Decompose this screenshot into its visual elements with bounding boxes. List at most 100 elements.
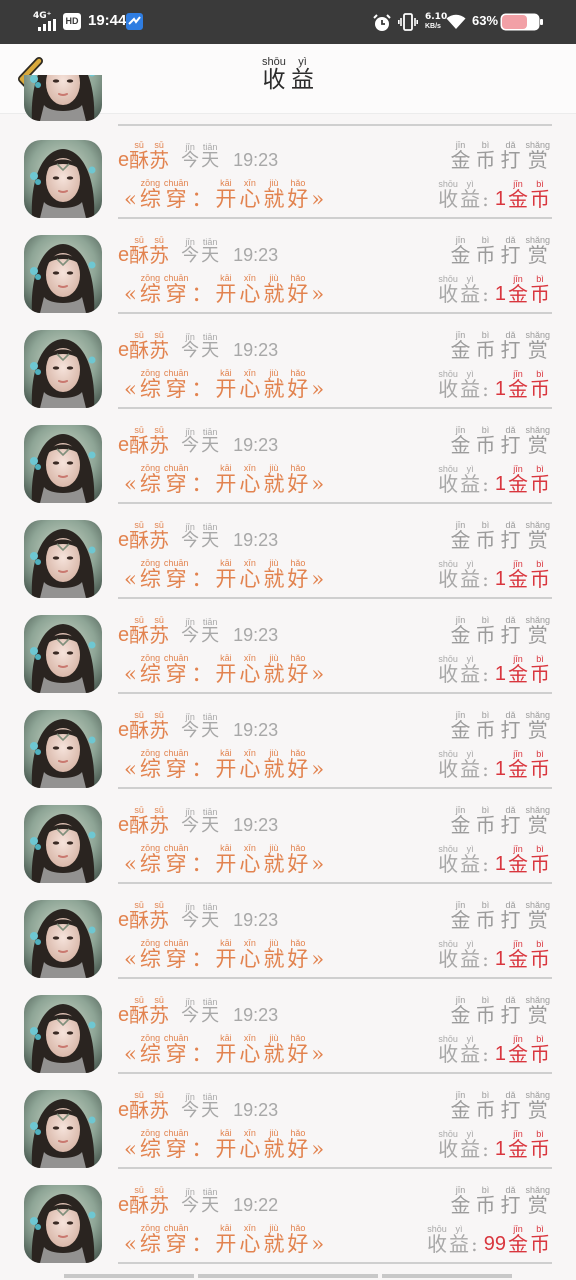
date-char: jīn 今 [181, 427, 199, 456]
amount-value: 1 [494, 568, 506, 590]
row-header: e sū 酥 sū 苏 jīn 今 tiān 天 19:23 [118, 327, 278, 361]
book-title[interactable]: « zōng 综 chuān 穿 ： kāi 开 xīn 心 jiù 就 hǎo 好 » [124, 932, 324, 970]
earn-char: yì 益 [460, 939, 480, 970]
avatar[interactable] [24, 805, 102, 883]
avatar[interactable] [24, 235, 102, 313]
book-title[interactable]: « zōng 综 chuān 穿 ： kāi 开 xīn 心 jiù 就 hǎo 好 » [124, 1217, 324, 1255]
book-title[interactable]: « zōng 综 chuān 穿 ： kāi 开 xīn 心 jiù 就 hǎo 好 » [124, 172, 324, 210]
name-char: sū 酥 [129, 235, 149, 266]
hanzi: 就 [263, 376, 285, 401]
reward-char: jīn 金 [450, 235, 470, 266]
battery-icon [500, 13, 543, 31]
hanzi: 好 [287, 281, 309, 306]
hanzi: 酥 [129, 718, 150, 742]
hanzi: 金 [508, 1232, 528, 1256]
hanzi: 金 [450, 243, 471, 267]
earning-row[interactable]: e sū 酥 sū 苏 jīn 今 tiān 天 19:23 jīn 金 bì 币 dǎ 打 shǎng… [0, 305, 576, 409]
avatar[interactable] [24, 520, 102, 598]
date-char: jīn 今 [181, 807, 199, 836]
reward-char: shǎng 赏 [525, 805, 550, 836]
user-name[interactable]: e sū 酥 sū 苏 [118, 1090, 169, 1121]
earn-char: yì 益 [460, 464, 480, 495]
quote-open: « [124, 1231, 137, 1256]
book-colon: ： [191, 1136, 213, 1161]
book-char: jiù 就 [263, 938, 284, 970]
reward-type: jīn 金 bì 币 dǎ 打 shǎng 赏 [450, 1087, 550, 1121]
avatar[interactable] [24, 330, 102, 408]
hanzi: 金 [508, 1137, 528, 1161]
user-name[interactable]: e sū 酥 sū 苏 [118, 235, 169, 266]
book-title[interactable]: « zōng 综 chuān 穿 ： kāi 开 xīn 心 jiù 就 hǎo 好 » [124, 362, 324, 400]
user-name[interactable]: e sū 酥 sū 苏 [118, 425, 169, 456]
hanzi: 开 [215, 566, 237, 591]
book-title[interactable]: « zōng 综 chuān 穿 ： kāi 开 xīn 心 jiù 就 hǎo 好 » [124, 457, 324, 495]
earning-row[interactable]: e sū 酥 sū 苏 jīn 今 tiān 天 19:23 jīn 金 bì 币 dǎ 打 shǎng… [0, 495, 576, 599]
book-char: hǎo 好 [287, 558, 308, 590]
amount-value: 1 [494, 663, 506, 685]
user-name[interactable]: e sū 酥 sū 苏 [118, 330, 169, 361]
book-title[interactable]: « zōng 综 chuān 穿 ： kāi 开 xīn 心 jiù 就 hǎo 好 » [124, 647, 324, 685]
hanzi: 开 [215, 186, 237, 211]
hanzi: 打 [500, 528, 521, 552]
book-title[interactable]: « zōng 综 chuān 穿 ： kāi 开 xīn 心 jiù 就 hǎo 好 » [124, 267, 324, 305]
hanzi: 币 [530, 757, 550, 781]
hanzi: 币 [475, 433, 496, 457]
user-name[interactable]: e sū 酥 sū 苏 [118, 520, 169, 551]
hanzi: 好 [287, 661, 309, 686]
hanzi: 赏 [527, 243, 548, 267]
earning-row[interactable]: e sū 酥 sū 苏 jīn 今 tiān 天 19:23 jīn 金 bì 币 dǎ 打 shǎng… [0, 875, 576, 979]
book-title[interactable]: « zōng 综 chuān 穿 ： kāi 开 xīn 心 jiù 就 hǎo 好 » [124, 1122, 324, 1160]
book-char: xīn 心 [239, 843, 260, 875]
avatar[interactable] [24, 1090, 102, 1168]
book-colon: ： [191, 661, 213, 686]
earning-row[interactable]: e sū 酥 sū 苏 jīn 今 tiān 天 19:23 jīn 金 bì 币 dǎ 打 shǎng… [0, 115, 576, 219]
earning-row[interactable]: e sū 酥 sū 苏 jīn 今 tiān 天 19:23 jīn 金 bì 币 dǎ 打 shǎng… [0, 590, 576, 694]
earning-row[interactable]: e sū 酥 sū 苏 jīn 今 tiān 天 19:23 jīn 金 bì 币 dǎ 打 shǎng… [0, 400, 576, 504]
hanzi: 今 [181, 910, 200, 932]
avatar[interactable] [24, 995, 102, 1073]
user-name[interactable]: e sū 酥 sū 苏 [118, 140, 169, 171]
book-char: xīn 心 [239, 1033, 260, 1065]
earning-row[interactable]: e sū 酥 sū 苏 jīn 今 tiān 天 19:23 jīn 金 bì 币 dǎ 打 shǎng… [0, 1065, 576, 1169]
avatar-image [24, 330, 102, 408]
user-name[interactable]: e sū 酥 sū 苏 [118, 900, 169, 931]
avatar[interactable] [24, 900, 102, 978]
book-title[interactable]: « zōng 综 chuān 穿 ： kāi 开 xīn 心 jiù 就 hǎo 好 » [124, 742, 324, 780]
avatar[interactable] [24, 615, 102, 693]
avatar[interactable] [24, 140, 102, 218]
book-char: kāi 开 [215, 748, 236, 780]
name-char: sū 酥 [129, 330, 149, 361]
book-title[interactable]: « zōng 综 chuān 穿 ： kāi 开 xīn 心 jiù 就 hǎo 好 » [124, 1027, 324, 1065]
earning-row[interactable]: e sū 酥 sū 苏 jīn 今 tiān 天 19:22 jīn 金 bì 币 dǎ 打 shǎng… [0, 1160, 576, 1264]
hanzi: 好 [287, 186, 309, 211]
hanzi: 币 [475, 1098, 496, 1122]
earning-row[interactable]: e sū 酥 sū 苏 jīn 今 tiān 天 19:23 jīn 金 bì 币 dǎ 打 shǎng… [0, 685, 576, 789]
name-prefix: e [118, 244, 130, 266]
user-name[interactable]: e sū 酥 sū 苏 [118, 710, 169, 741]
name-char: sū 酥 [129, 900, 149, 931]
hanzi: 天 [201, 530, 220, 552]
reward-char: dǎ 打 [500, 1185, 520, 1216]
user-name[interactable]: e sū 酥 sū 苏 [118, 995, 169, 1026]
name-prefix: e [118, 909, 130, 931]
user-name[interactable]: e sū 酥 sū 苏 [118, 805, 169, 836]
signal-icon [38, 19, 56, 31]
avatar[interactable] [24, 425, 102, 503]
avatar[interactable] [24, 1185, 102, 1263]
book-char: xīn 心 [239, 653, 260, 685]
earning-row[interactable]: e sū 酥 sū 苏 jīn 今 tiān 天 19:23 jīn 金 bì 币 dǎ 打 shǎng… [0, 780, 576, 884]
earning-row[interactable]: e sū 酥 sū 苏 jīn 今 tiān 天 19:23 jīn 金 bì 币 dǎ 打 shǎng… [0, 970, 576, 1074]
earn-label: shōu 收 yì 益 [427, 1224, 469, 1255]
book-title[interactable]: « zōng 综 chuān 穿 ： kāi 开 xīn 心 jiù 就 hǎo 好 » [124, 837, 324, 875]
hanzi: 开 [215, 851, 237, 876]
earning-row[interactable]: e sū 酥 sū 苏 jīn 今 tiān 天 19:23 jīn 金 bì 币 dǎ 打 shǎng… [0, 210, 576, 314]
user-name[interactable]: e sū 酥 sū 苏 [118, 615, 169, 646]
earn-colon: : [482, 852, 489, 876]
coin-unit: jīn 金 bì 币 [508, 179, 550, 210]
hanzi: 综 [139, 946, 161, 971]
earn-label: shōu 收 yì 益 [438, 179, 480, 210]
user-name[interactable]: e sū 酥 sū 苏 [118, 1185, 169, 1216]
book-title[interactable]: « zōng 综 chuān 穿 ： kāi 开 xīn 心 jiù 就 hǎo 好 » [124, 552, 324, 590]
book-char: hǎo 好 [287, 748, 308, 780]
avatar[interactable] [24, 710, 102, 788]
